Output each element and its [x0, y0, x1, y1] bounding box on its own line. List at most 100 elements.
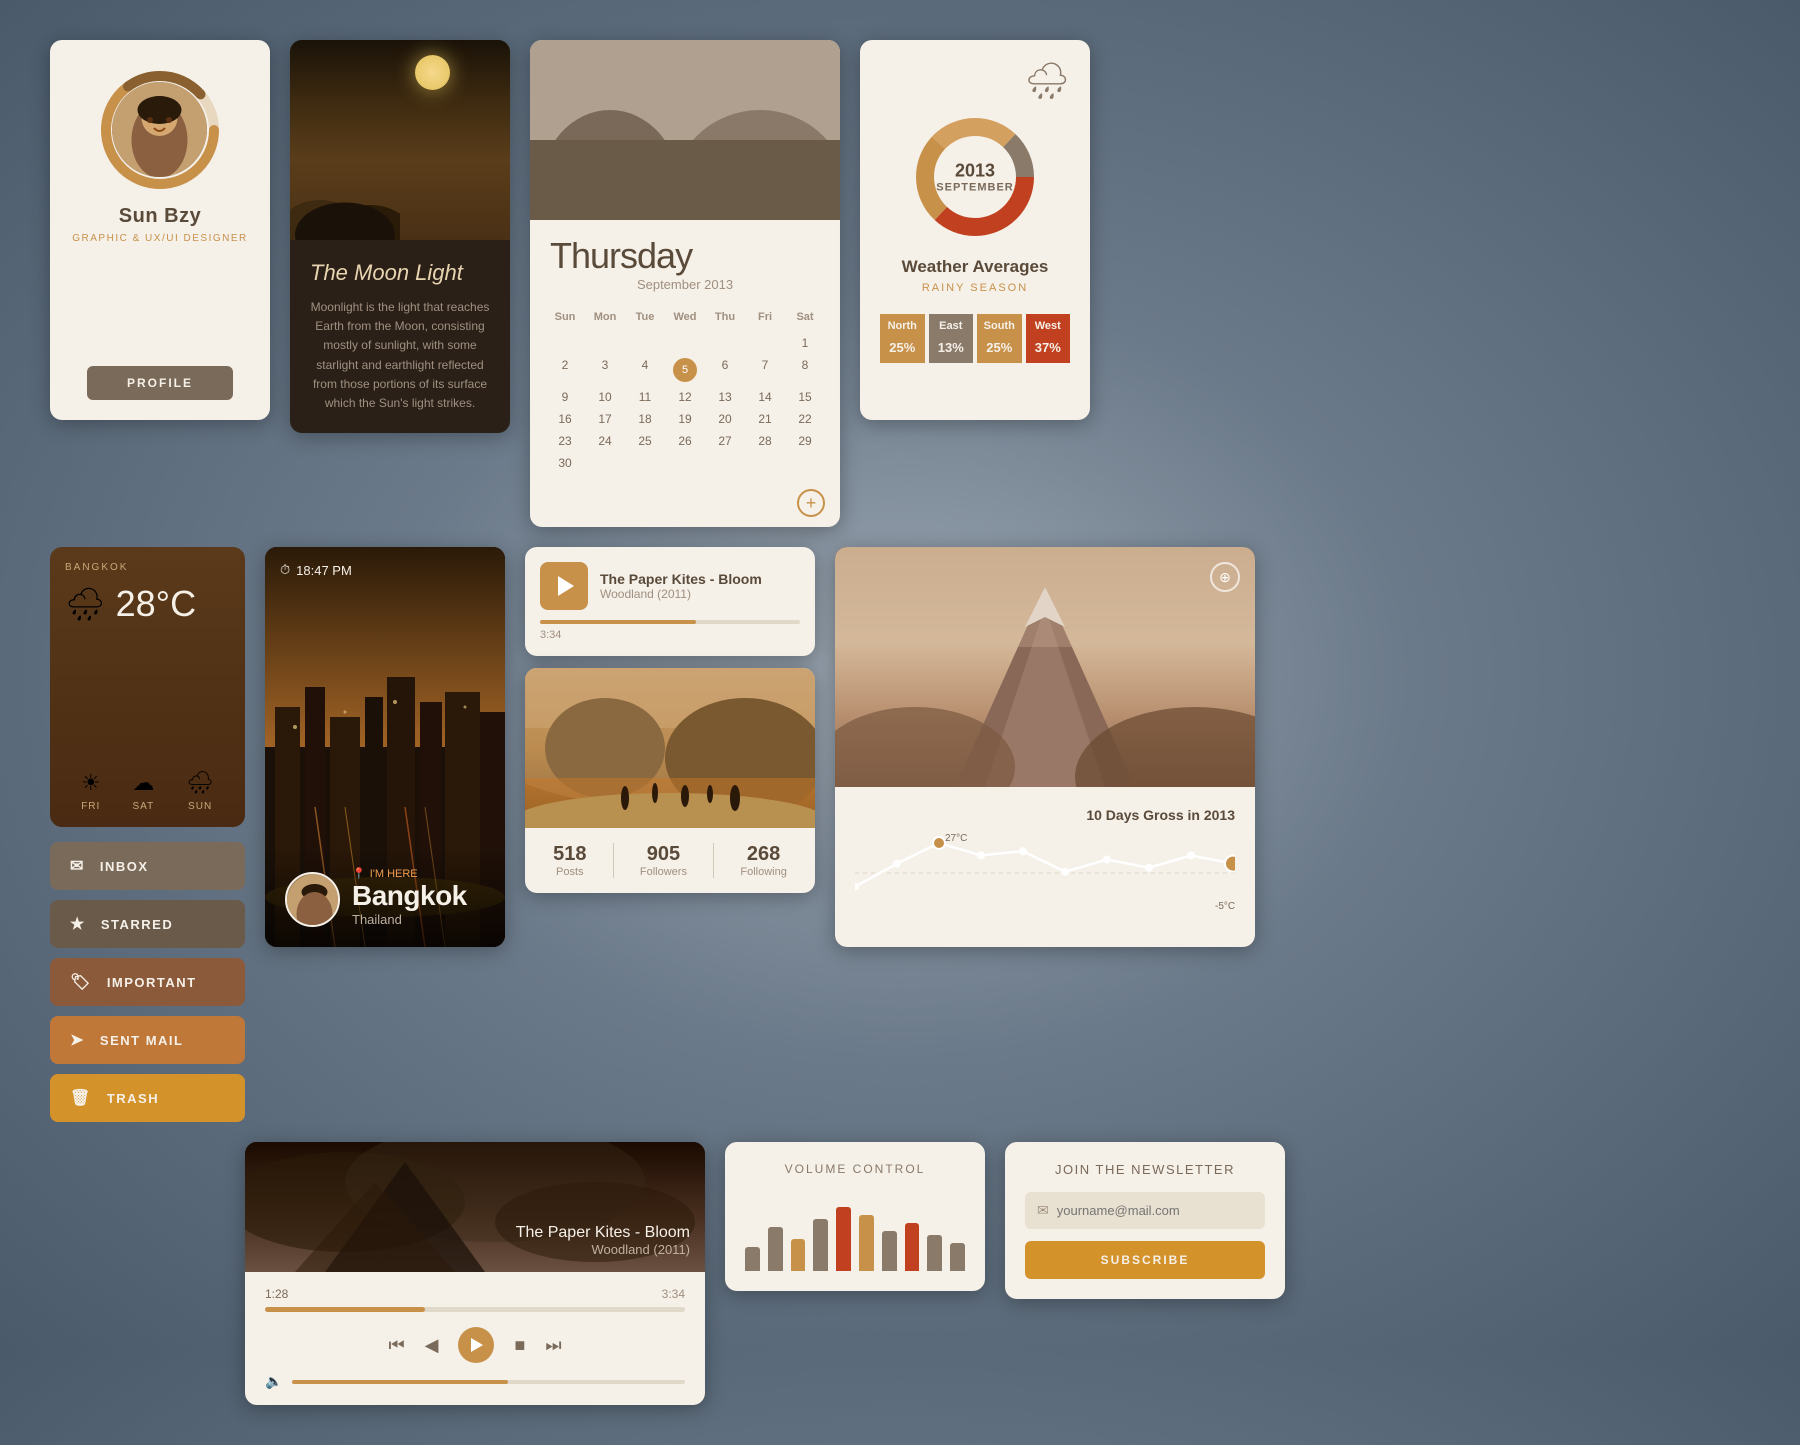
weather-avg-subtitle: RAINY SEASON [922, 282, 1028, 294]
clock-icon: ⏱ [280, 562, 290, 578]
vol-bar-8 [905, 1223, 920, 1271]
email-input-wrapper: ✉ [1025, 1192, 1265, 1229]
calendar-image [530, 40, 840, 220]
moon-title: The Moon Light [310, 260, 490, 286]
city-country: Thailand [352, 912, 467, 927]
moon-circle [415, 55, 450, 90]
play-button-small[interactable] [540, 562, 588, 610]
time-total: 3:34 [662, 1287, 685, 1301]
album-name: Woodland (2011) [600, 587, 762, 601]
volume-icon: 🔈 [265, 1373, 282, 1390]
music-large-title: The Paper Kites - Bloom [260, 1224, 690, 1242]
weather-bar-east: East 13% [929, 314, 974, 363]
weather-west-label: West [1026, 314, 1071, 336]
cal-week-6: 30 [545, 452, 825, 474]
email-icon: ✉ [1037, 1202, 1049, 1219]
city-avatar-image [287, 874, 340, 927]
weather-rain-icon: 🌧 [65, 585, 106, 623]
mail-sent-button[interactable]: ➤ SENT MAIL [50, 1016, 245, 1064]
dow-mon: Mon [585, 307, 625, 327]
mail-inbox-button[interactable]: ✉ INBOX [50, 842, 245, 890]
starred-icon: ★ [70, 914, 86, 934]
followers-count: 905 [640, 843, 687, 866]
stat-following: 268 Following [740, 843, 786, 878]
forecast-sun-label: SUN [188, 801, 212, 812]
newsletter-title: JOIN THE NEWSLETTER [1025, 1162, 1265, 1177]
weather-bars: North 25% East 13% South 25% West 37% [880, 314, 1070, 363]
email-input[interactable] [1057, 1203, 1253, 1218]
social-photo [525, 668, 815, 828]
previous-button[interactable]: ◀ [425, 1335, 439, 1356]
profile-button[interactable]: PROFILE [87, 366, 233, 400]
volume-title: VOLUME CONTROL [745, 1162, 965, 1176]
donut-chart: 2013 SEPTEMBER [910, 112, 1040, 242]
vol-bar-3 [791, 1239, 806, 1271]
inbox-icon: ✉ [70, 856, 85, 876]
dow-fri: Fri [745, 307, 785, 327]
controls-row: ⏮ ◀ ■ ⏭ [265, 1327, 685, 1363]
forecast-fri: ☀ FRI [81, 770, 101, 812]
weather-forecast: ☀ FRI ☁ SAT 🌧 SUN [65, 770, 230, 812]
calendar-card: Thursday September 2013 Sun Mon Tue Wed … [530, 40, 840, 527]
mail-starred-button[interactable]: ★ STARRED [50, 900, 245, 948]
weather-avg-title: Weather Averages [902, 257, 1049, 277]
cal-week-5: 23 24 25 26 27 28 29 [545, 430, 825, 452]
forecast-sat-icon: ☁ [132, 770, 154, 796]
vol-bar-5 [836, 1207, 851, 1271]
mail-trash-button[interactable]: 🗑 TRASH [50, 1074, 245, 1122]
add-event-button[interactable]: + [797, 489, 825, 517]
avatar-image [112, 82, 207, 177]
calendar-today[interactable]: 5 [673, 358, 697, 382]
large-progress-fill [265, 1307, 425, 1312]
stop-button[interactable]: ■ [514, 1335, 525, 1356]
city-checkin: 📍 I'M HERE [352, 867, 467, 880]
vol-bar-2 [768, 1227, 783, 1271]
forecast-sat: ☁ SAT [132, 770, 154, 812]
forecast-fri-label: FRI [81, 801, 100, 812]
city-card: ⏱ 18:47 PM 📍 I'M HERE [265, 547, 505, 947]
large-progress-bar[interactable] [265, 1307, 685, 1312]
rewind-button[interactable]: ⏮ [388, 1335, 404, 1356]
weather-south-label: South [977, 314, 1022, 336]
calendar-dow-row: Sun Mon Tue Wed Thu Fri Sat [545, 307, 825, 327]
volume-control-card: VOLUME CONTROL [725, 1142, 985, 1291]
subscribe-button[interactable]: SUBSCRIBE [1025, 1241, 1265, 1279]
profile-ring [100, 70, 220, 190]
volume-bar[interactable] [292, 1380, 685, 1384]
dow-tue: Tue [625, 307, 665, 327]
profile-name: Sun Bzy [119, 205, 201, 228]
music-progress-fill [540, 620, 696, 624]
row-3: The Paper Kites - Bloom Woodland (2011) … [245, 1142, 1750, 1405]
vol-bar-10 [950, 1243, 965, 1271]
weather-bar-west: West 37% [1026, 314, 1071, 363]
important-icon: 🏷 [70, 972, 92, 992]
dow-wed: Wed [665, 307, 705, 327]
time-row: 1:28 3:34 [265, 1287, 685, 1301]
play-pause-button[interactable] [458, 1327, 494, 1363]
city-name: Bangkok [352, 880, 467, 912]
forecast-sun: 🌧 SUN [186, 770, 214, 812]
stat-divider-1 [613, 843, 614, 878]
weather-location: BANGKOK [65, 562, 230, 573]
weather-south-pct: 25% [977, 336, 1022, 363]
calendar-grid: Sun Mon Tue Wed Thu Fri Sat 1 [530, 307, 840, 489]
forward-button[interactable]: ⏭ [545, 1335, 561, 1356]
weather-bar-north: North 25% [880, 314, 925, 363]
vol-bar-7 [882, 1231, 897, 1271]
profile-title: GRAPHIC & UX/UI DESIGNER [72, 233, 247, 244]
mountain-photo-svg [835, 547, 1255, 787]
calendar-month-year: September 2013 [550, 277, 820, 292]
mail-important-button[interactable]: 🏷 IMPORTANT [50, 958, 245, 1006]
line-chart-svg: 27°C -5°C [855, 833, 1235, 913]
forecast-fri-icon: ☀ [81, 770, 101, 796]
inbox-label: INBOX [100, 859, 149, 874]
play-icon [558, 576, 574, 596]
pin-icon: 📍 [352, 867, 366, 880]
music-progress-bar[interactable] [540, 620, 800, 624]
center-right-column: The Paper Kites - Bloom Woodland (2011) … [525, 547, 815, 893]
donut-label: 2013 SEPTEMBER [936, 161, 1013, 194]
social-card: 518 Posts 905 Followers 268 Following [525, 668, 815, 893]
important-label: IMPORTANT [107, 975, 197, 990]
volume-fill [292, 1380, 508, 1384]
sent-icon: ➤ [70, 1030, 85, 1050]
